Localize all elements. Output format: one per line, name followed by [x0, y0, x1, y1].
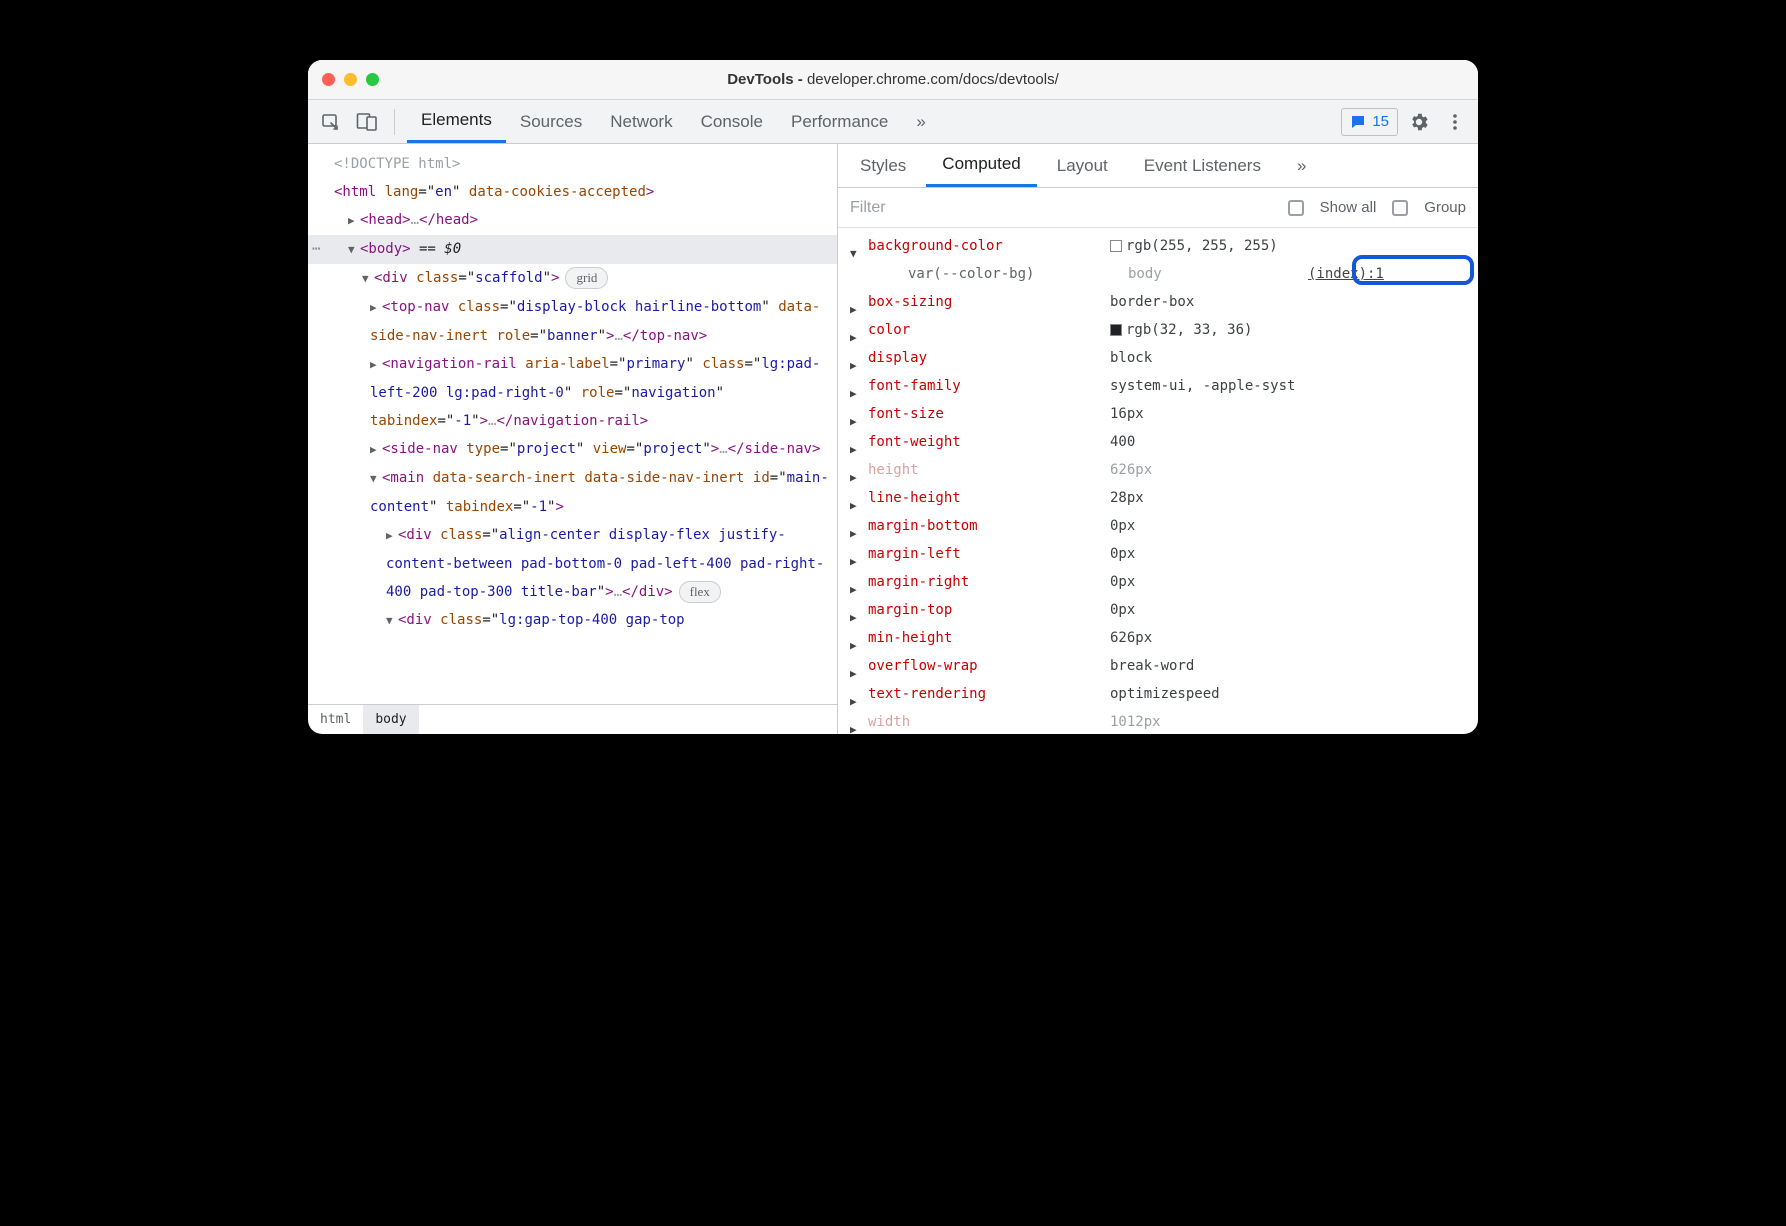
sidebar-tab-eventlisteners[interactable]: Event Listeners: [1128, 144, 1277, 187]
computed-prop-margin-left[interactable]: ▶margin-left0px: [838, 540, 1478, 568]
computed-prop-margin-right[interactable]: ▶margin-right0px: [838, 568, 1478, 596]
device-icon[interactable]: [352, 107, 382, 137]
group-label: Group: [1424, 199, 1466, 216]
filter-row: Filter Show all Group: [838, 188, 1478, 228]
computed-prop-font-size[interactable]: ▶font-size16px: [838, 400, 1478, 428]
devtools-window: DevTools - developer.chrome.com/docs/dev…: [308, 60, 1478, 734]
doctype: <!DOCTYPE html>: [334, 156, 460, 172]
titlebar: DevTools - developer.chrome.com/docs/dev…: [308, 60, 1478, 100]
grid-badge[interactable]: grid: [565, 267, 608, 289]
tab-performance[interactable]: Performance: [777, 100, 902, 143]
filter-input[interactable]: Filter: [850, 199, 1272, 217]
issues-badge[interactable]: 15: [1341, 108, 1398, 136]
computed-prop-color[interactable]: ▶colorrgb(32, 33, 36): [838, 316, 1478, 344]
zoom-icon[interactable]: [366, 73, 379, 86]
computed-prop-box-sizing[interactable]: ▶box-sizingborder-box: [838, 288, 1478, 316]
dom-tree[interactable]: <!DOCTYPE html> <html lang="en" data-coo…: [308, 144, 837, 704]
computed-prop-font-family[interactable]: ▶font-familysystem-ui, -apple-syst: [838, 372, 1478, 400]
computed-prop-width[interactable]: ▶width1012px: [838, 708, 1478, 734]
computed-prop-margin-bottom[interactable]: ▶margin-bottom0px: [838, 512, 1478, 540]
computed-prop-line-height[interactable]: ▶line-height28px: [838, 484, 1478, 512]
computed-prop-font-weight[interactable]: ▶font-weight400: [838, 428, 1478, 456]
group-checkbox[interactable]: [1392, 200, 1408, 216]
breadcrumbs: html body: [308, 704, 837, 734]
computed-prop-background-color[interactable]: ▼background-colorrgb(255, 255, 255): [838, 232, 1478, 260]
crumb-html[interactable]: html: [308, 705, 363, 734]
panel-tabs: Elements Sources Network Console Perform…: [407, 100, 940, 143]
tab-sources[interactable]: Sources: [506, 100, 596, 143]
gear-icon[interactable]: [1404, 107, 1434, 137]
computed-prop-source[interactable]: var(--color-bg)body(index):1: [838, 260, 1478, 288]
computed-prop-text-rendering[interactable]: ▶text-renderingoptimizespeed: [838, 680, 1478, 708]
sidebar-tabs-overflow[interactable]: »: [1281, 144, 1322, 187]
styles-sidebar: Styles Computed Layout Event Listeners »…: [838, 144, 1478, 734]
tabs-overflow[interactable]: »: [902, 100, 939, 143]
show-all-label: Show all: [1320, 199, 1377, 216]
computed-prop-overflow-wrap[interactable]: ▶overflow-wrapbreak-word: [838, 652, 1478, 680]
minimize-icon[interactable]: [344, 73, 357, 86]
close-icon[interactable]: [322, 73, 335, 86]
show-all-checkbox[interactable]: [1288, 200, 1304, 216]
sidebar-tab-styles[interactable]: Styles: [844, 144, 922, 187]
inspect-icon[interactable]: [316, 107, 346, 137]
selected-body-node[interactable]: ▼<body> == $0: [308, 235, 837, 264]
tab-network[interactable]: Network: [596, 100, 686, 143]
content: <!DOCTYPE html> <html lang="en" data-coo…: [308, 144, 1478, 734]
flex-badge[interactable]: flex: [679, 581, 721, 603]
crumb-body[interactable]: body: [363, 705, 418, 734]
sidebar-tab-computed[interactable]: Computed: [926, 144, 1036, 187]
elements-panel: <!DOCTYPE html> <html lang="en" data-coo…: [308, 144, 838, 734]
computed-prop-margin-top[interactable]: ▶margin-top0px: [838, 596, 1478, 624]
main-toolbar: Elements Sources Network Console Perform…: [308, 100, 1478, 144]
computed-prop-display[interactable]: ▶displayblock: [838, 344, 1478, 372]
computed-properties[interactable]: ▼background-colorrgb(255, 255, 255)var(-…: [838, 228, 1478, 734]
sidebar-tab-layout[interactable]: Layout: [1041, 144, 1124, 187]
tab-console[interactable]: Console: [687, 100, 777, 143]
computed-prop-min-height[interactable]: ▶min-height626px: [838, 624, 1478, 652]
tab-elements[interactable]: Elements: [407, 100, 506, 143]
kebab-icon[interactable]: [1440, 107, 1470, 137]
traffic-lights: [322, 73, 379, 86]
window-title: DevTools - developer.chrome.com/docs/dev…: [727, 71, 1059, 88]
computed-prop-height[interactable]: ▶height626px: [838, 456, 1478, 484]
sidebar-tabs: Styles Computed Layout Event Listeners »: [838, 144, 1478, 188]
